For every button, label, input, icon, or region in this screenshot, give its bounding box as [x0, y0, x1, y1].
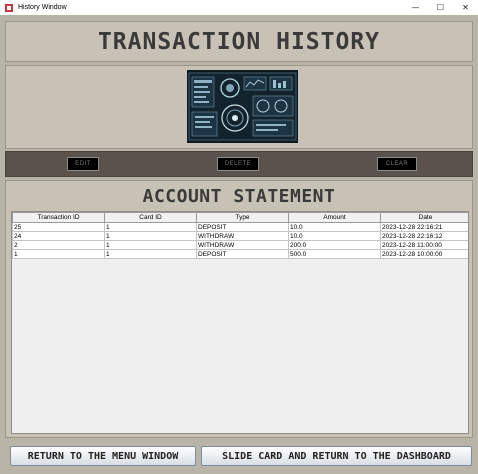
header-panel: TRANSACTION HISTORY [5, 21, 473, 62]
cell-card-id: 1 [104, 231, 197, 241]
return-to-menu-button[interactable]: RETURN TO THE MENU WINDOW [10, 446, 196, 466]
window-controls: — ☐ ✕ [403, 0, 478, 15]
column-header-date[interactable]: Date [380, 212, 468, 223]
cell-date: 2023-12-28 22:16:12 [380, 231, 468, 241]
cell-amount: 200.0 [288, 240, 381, 250]
dashboard-image [187, 70, 298, 143]
window-title: History Window [18, 4, 67, 11]
cell-type: DEPOSIT [196, 222, 289, 232]
statement-panel: ACCOUNT STATEMENT Transaction ID Card ID… [5, 180, 473, 438]
cell-amount: 10.0 [288, 231, 381, 241]
cell-transaction-id: 24 [12, 231, 105, 241]
table-row[interactable]: 2 1 WITHDRAW 200.0 2023-12-28 11:00:00 [12, 240, 468, 250]
page-title: TRANSACTION HISTORY [97, 28, 381, 55]
column-header-amount[interactable]: Amount [288, 212, 381, 223]
statement-title: ACCOUNT STATEMENT [142, 186, 336, 207]
cell-type: WITHDRAW [196, 231, 289, 241]
cell-amount: 10.0 [288, 222, 381, 232]
maximize-button[interactable]: ☐ [428, 0, 453, 15]
cell-card-id: 1 [104, 249, 197, 259]
image-panel [5, 65, 473, 149]
cell-transaction-id: 2 [12, 240, 105, 250]
cell-date: 2023-12-28 11:00:00 [380, 240, 468, 250]
slide-card-return-dashboard-button[interactable]: SLIDE CARD AND RETURN TO THE DASHBOARD [201, 446, 472, 466]
column-header-transaction-id[interactable]: Transaction ID [12, 212, 105, 223]
minimize-button[interactable]: — [403, 0, 428, 15]
cell-date: 2023-12-28 22:16:21 [380, 222, 468, 232]
edit-button[interactable]: EDIT [67, 157, 99, 171]
table-row[interactable]: 1 1 DEPOSIT 500.0 2023-12-28 10:00:00 [12, 249, 468, 259]
window-titlebar: History Window — ☐ ✕ [0, 0, 478, 15]
transactions-table: Transaction ID Card ID Type Amount Date … [12, 212, 468, 259]
cell-type: WITHDRAW [196, 240, 289, 250]
transactions-table-container[interactable]: Transaction ID Card ID Type Amount Date … [11, 211, 469, 434]
cell-card-id: 1 [104, 222, 197, 232]
cell-type: DEPOSIT [196, 249, 289, 259]
table-header-row: Transaction ID Card ID Type Amount Date [12, 212, 468, 223]
app-icon [5, 3, 13, 12]
close-button[interactable]: ✕ [453, 0, 478, 15]
cell-transaction-id: 25 [12, 222, 105, 232]
cell-date: 2023-12-28 10:00:00 [380, 249, 468, 259]
clear-button[interactable]: CLEAR [377, 157, 417, 171]
action-bar: EDIT DELETE CLEAR [5, 151, 473, 177]
table-row[interactable]: 24 1 WITHDRAW 10.0 2023-12-28 22:16:12 [12, 231, 468, 241]
cell-card-id: 1 [104, 240, 197, 250]
cell-transaction-id: 1 [12, 249, 105, 259]
column-header-type[interactable]: Type [196, 212, 289, 223]
cell-amount: 500.0 [288, 249, 381, 259]
table-row[interactable]: 25 1 DEPOSIT 10.0 2023-12-28 22:16:21 [12, 222, 468, 232]
column-header-card-id[interactable]: Card ID [104, 212, 197, 223]
delete-button[interactable]: DELETE [217, 157, 259, 171]
